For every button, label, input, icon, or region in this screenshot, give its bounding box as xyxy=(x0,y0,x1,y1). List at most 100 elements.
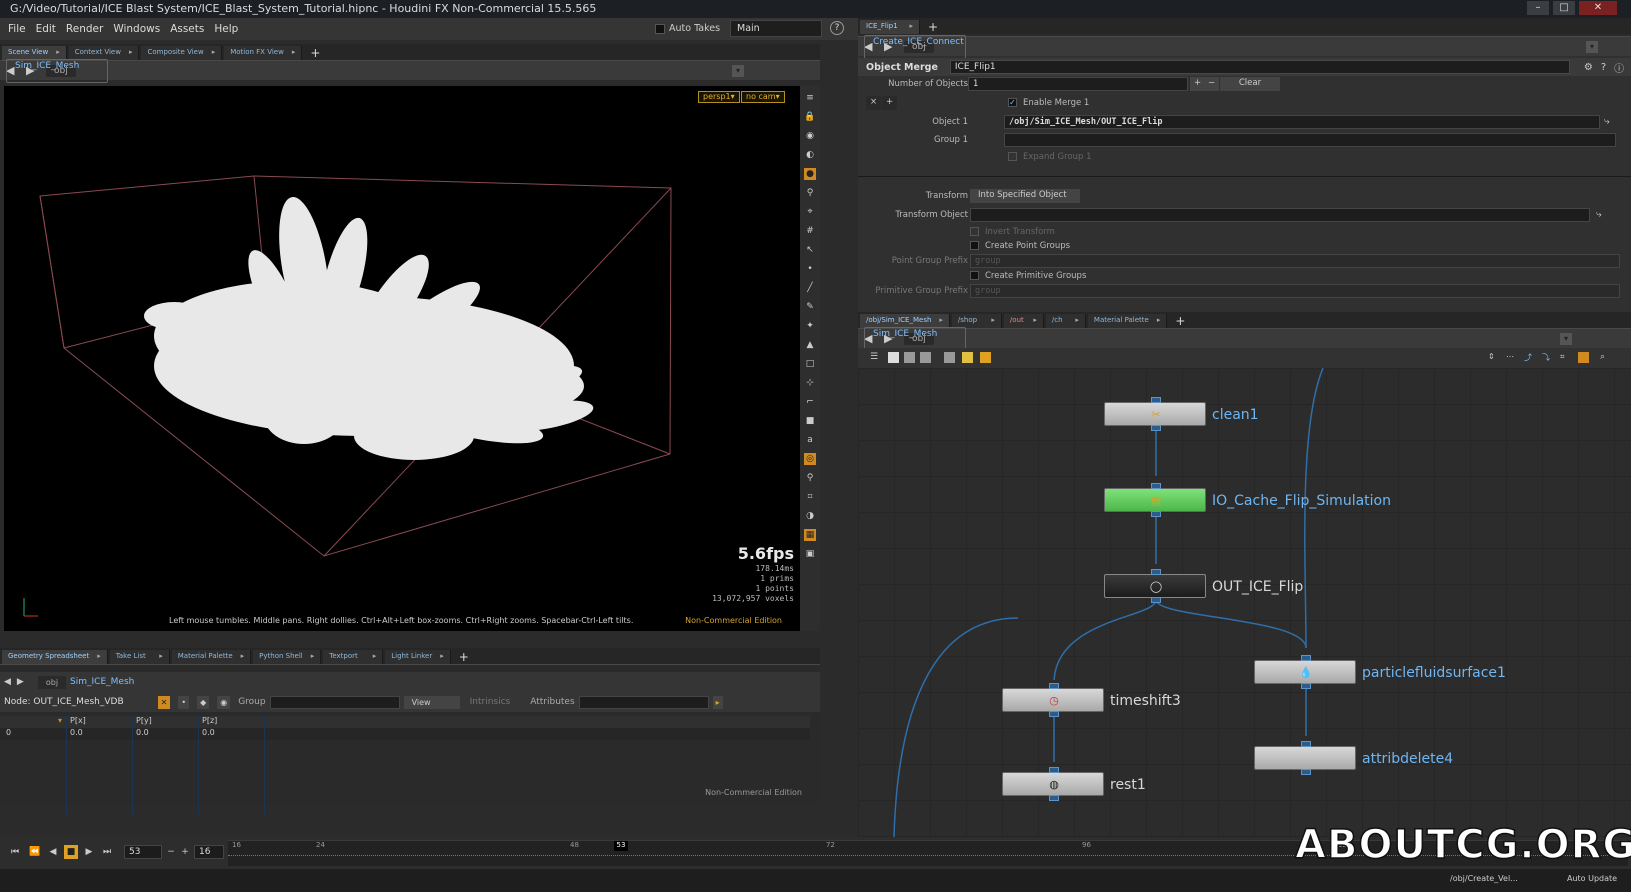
auto-takes-toggle[interactable]: Auto Takes xyxy=(655,23,720,34)
node-label[interactable]: timeshift3 xyxy=(1110,693,1181,709)
note-icon[interactable] xyxy=(962,352,973,363)
save-icon[interactable]: ▣ xyxy=(804,548,816,560)
cam-select[interactable]: no cam▾ xyxy=(741,91,785,103)
pin2-icon[interactable]: ⚲ xyxy=(804,472,816,484)
desktop-select[interactable]: Main xyxy=(730,20,822,37)
display-options-icon[interactable]: ≡ xyxy=(804,92,816,104)
jump-start-icon[interactable]: ⏮ xyxy=(8,845,22,859)
path-root[interactable]: obj xyxy=(37,675,67,689)
input-port[interactable] xyxy=(1301,655,1311,661)
input-port[interactable] xyxy=(1151,397,1161,403)
point-icon[interactable]: • xyxy=(804,263,816,275)
add-tab-icon[interactable]: + xyxy=(310,46,320,60)
camera-menu[interactable]: persp1▾ xyxy=(698,91,740,103)
create-point-groups-toggle[interactable]: Create Point Groups xyxy=(970,241,1070,251)
tab-textport[interactable]: Textport ▸ xyxy=(323,650,384,664)
detail-mode-icon[interactable]: ◉ xyxy=(217,695,231,709)
group1-field[interactable] xyxy=(1004,133,1616,147)
light-icon[interactable]: ● xyxy=(804,168,816,180)
tab-close-icon[interactable]: ▸ xyxy=(97,652,101,660)
help-icon[interactable]: ? xyxy=(1601,62,1606,73)
tab-close-icon[interactable]: ▸ xyxy=(159,652,163,660)
text-icon[interactable]: a xyxy=(804,434,816,446)
help-icon[interactable]: ? xyxy=(830,21,844,35)
tab-motion-fx-view[interactable]: Motion FX View ▸ xyxy=(224,46,303,60)
output-port[interactable] xyxy=(1151,597,1161,603)
camera-icon[interactable]: ◉ xyxy=(804,130,816,142)
brush-icon[interactable]: ✦ xyxy=(804,320,816,332)
invert-transform-toggle[interactable]: Invert Transform xyxy=(970,227,1055,237)
grid-view-icon[interactable] xyxy=(904,352,915,363)
point-group-prefix-field[interactable]: group xyxy=(970,254,1620,268)
path-node[interactable]: Create_ICE_Connect xyxy=(864,34,966,59)
tab-material-palette[interactable]: Material Palette ▸ xyxy=(1087,314,1168,328)
node-timeshift3[interactable]: ◷ xyxy=(1002,683,1104,717)
path-dropdown-icon[interactable]: ▾ xyxy=(1560,333,1572,345)
sort-icon[interactable]: ⇕ xyxy=(1488,352,1499,363)
tab-close-icon[interactable]: ▸ xyxy=(939,316,943,324)
node-name-field[interactable]: ICE_Flip1 xyxy=(949,60,1570,74)
expand-group-checkbox[interactable] xyxy=(1008,152,1017,161)
group-input[interactable] xyxy=(269,695,400,709)
table-row[interactable]: 0 0.0 0.0 0.0 xyxy=(0,728,810,740)
object1-field[interactable]: /obj/Sim_ICE_Mesh/OUT_ICE_Flip xyxy=(1004,115,1600,129)
number-of-objects-field[interactable]: 1 xyxy=(968,77,1188,91)
forward-arrow-icon[interactable]: ▶ xyxy=(17,677,24,687)
node-label[interactable]: clean1 xyxy=(1212,407,1259,423)
dots-icon[interactable]: ⋯ xyxy=(1506,352,1517,363)
attributes-arrow-icon[interactable]: ▸ xyxy=(712,695,723,709)
column-pz[interactable]: P[z] xyxy=(202,716,217,725)
tab-material-palette[interactable]: Material Palette ▸ xyxy=(171,650,252,664)
transform-object-field[interactable] xyxy=(970,208,1590,222)
output-port[interactable] xyxy=(1301,683,1311,689)
node-out-ice-flip[interactable]: ◯ xyxy=(1104,569,1206,603)
snap-icon[interactable]: ⌗ xyxy=(1560,352,1571,363)
layout-icon[interactable]: ▦ xyxy=(804,529,816,541)
stop-icon[interactable]: ■ xyxy=(64,845,78,859)
vis-icon[interactable]: ◑ xyxy=(804,510,816,522)
tab-shop[interactable]: /shop ▸ xyxy=(951,314,1002,328)
tab-network-obj[interactable]: /obj/Sim_ICE_Mesh ▸ xyxy=(860,314,950,328)
input-port[interactable] xyxy=(1049,683,1059,689)
path-node[interactable]: Sim_ICE_Mesh xyxy=(70,677,134,687)
add-tab-icon[interactable]: + xyxy=(1175,314,1185,328)
add-object-icon[interactable]: + xyxy=(1190,77,1206,91)
primitive-group-prefix-field[interactable]: group xyxy=(970,284,1620,298)
measure-icon[interactable]: ⊹ xyxy=(804,377,816,389)
play-icon[interactable]: ▶ xyxy=(82,845,96,859)
close-icon[interactable]: ✕ xyxy=(1579,1,1617,15)
output-port[interactable] xyxy=(1049,795,1059,801)
node-io-cache[interactable]: ▤ xyxy=(1104,483,1206,517)
input-port[interactable] xyxy=(1049,767,1059,773)
view-select[interactable]: View xyxy=(403,695,460,709)
path-dropdown-icon[interactable]: ▾ xyxy=(1586,41,1598,53)
invert-transform-checkbox[interactable] xyxy=(970,227,979,236)
tab-python-shell[interactable]: Python Shell ▸ xyxy=(253,650,322,664)
node-label[interactable]: OUT_ICE_Flip xyxy=(1212,579,1303,595)
transform-select[interactable]: Into Specified Object xyxy=(970,189,1080,203)
create-primitive-groups-toggle[interactable]: Create Primitive Groups xyxy=(970,271,1086,281)
add-tab-icon[interactable]: + xyxy=(928,20,938,34)
tab-close-icon[interactable]: ▸ xyxy=(292,48,296,56)
enable-merge-checkbox[interactable]: ✓ xyxy=(1008,98,1017,107)
input-port[interactable] xyxy=(1151,483,1161,489)
auto-update-select[interactable]: Auto Update xyxy=(1567,874,1617,883)
wire2-icon[interactable]: ⤵ xyxy=(1542,352,1553,363)
paint-icon[interactable]: ▲ xyxy=(804,339,816,351)
tile-view-icon[interactable] xyxy=(920,352,931,363)
expand-group-toggle[interactable]: Expand Group 1 xyxy=(1008,152,1091,162)
node-rest1[interactable]: ◍ xyxy=(1002,767,1104,801)
path-node[interactable]: Sim_ICE_Mesh xyxy=(864,326,966,351)
status-path[interactable]: /obj/Create_Vel... xyxy=(1450,874,1518,883)
tab-close-icon[interactable]: ▸ xyxy=(311,652,315,660)
input-port[interactable] xyxy=(1151,569,1161,575)
current-frame-field[interactable]: 53 xyxy=(124,845,162,859)
output-port[interactable] xyxy=(1151,511,1161,517)
menu-render[interactable]: Render xyxy=(66,23,103,35)
tab-composite-view[interactable]: Composite View ▸ xyxy=(141,46,223,60)
intrinsics-select[interactable]: Intrinsics xyxy=(470,697,511,707)
back-arrow-icon[interactable]: ◀ xyxy=(4,677,11,687)
lock-icon[interactable]: 🔒 xyxy=(804,111,816,123)
node-label[interactable]: particlefluidsurface1 xyxy=(1362,665,1506,681)
output-port[interactable] xyxy=(1049,711,1059,717)
